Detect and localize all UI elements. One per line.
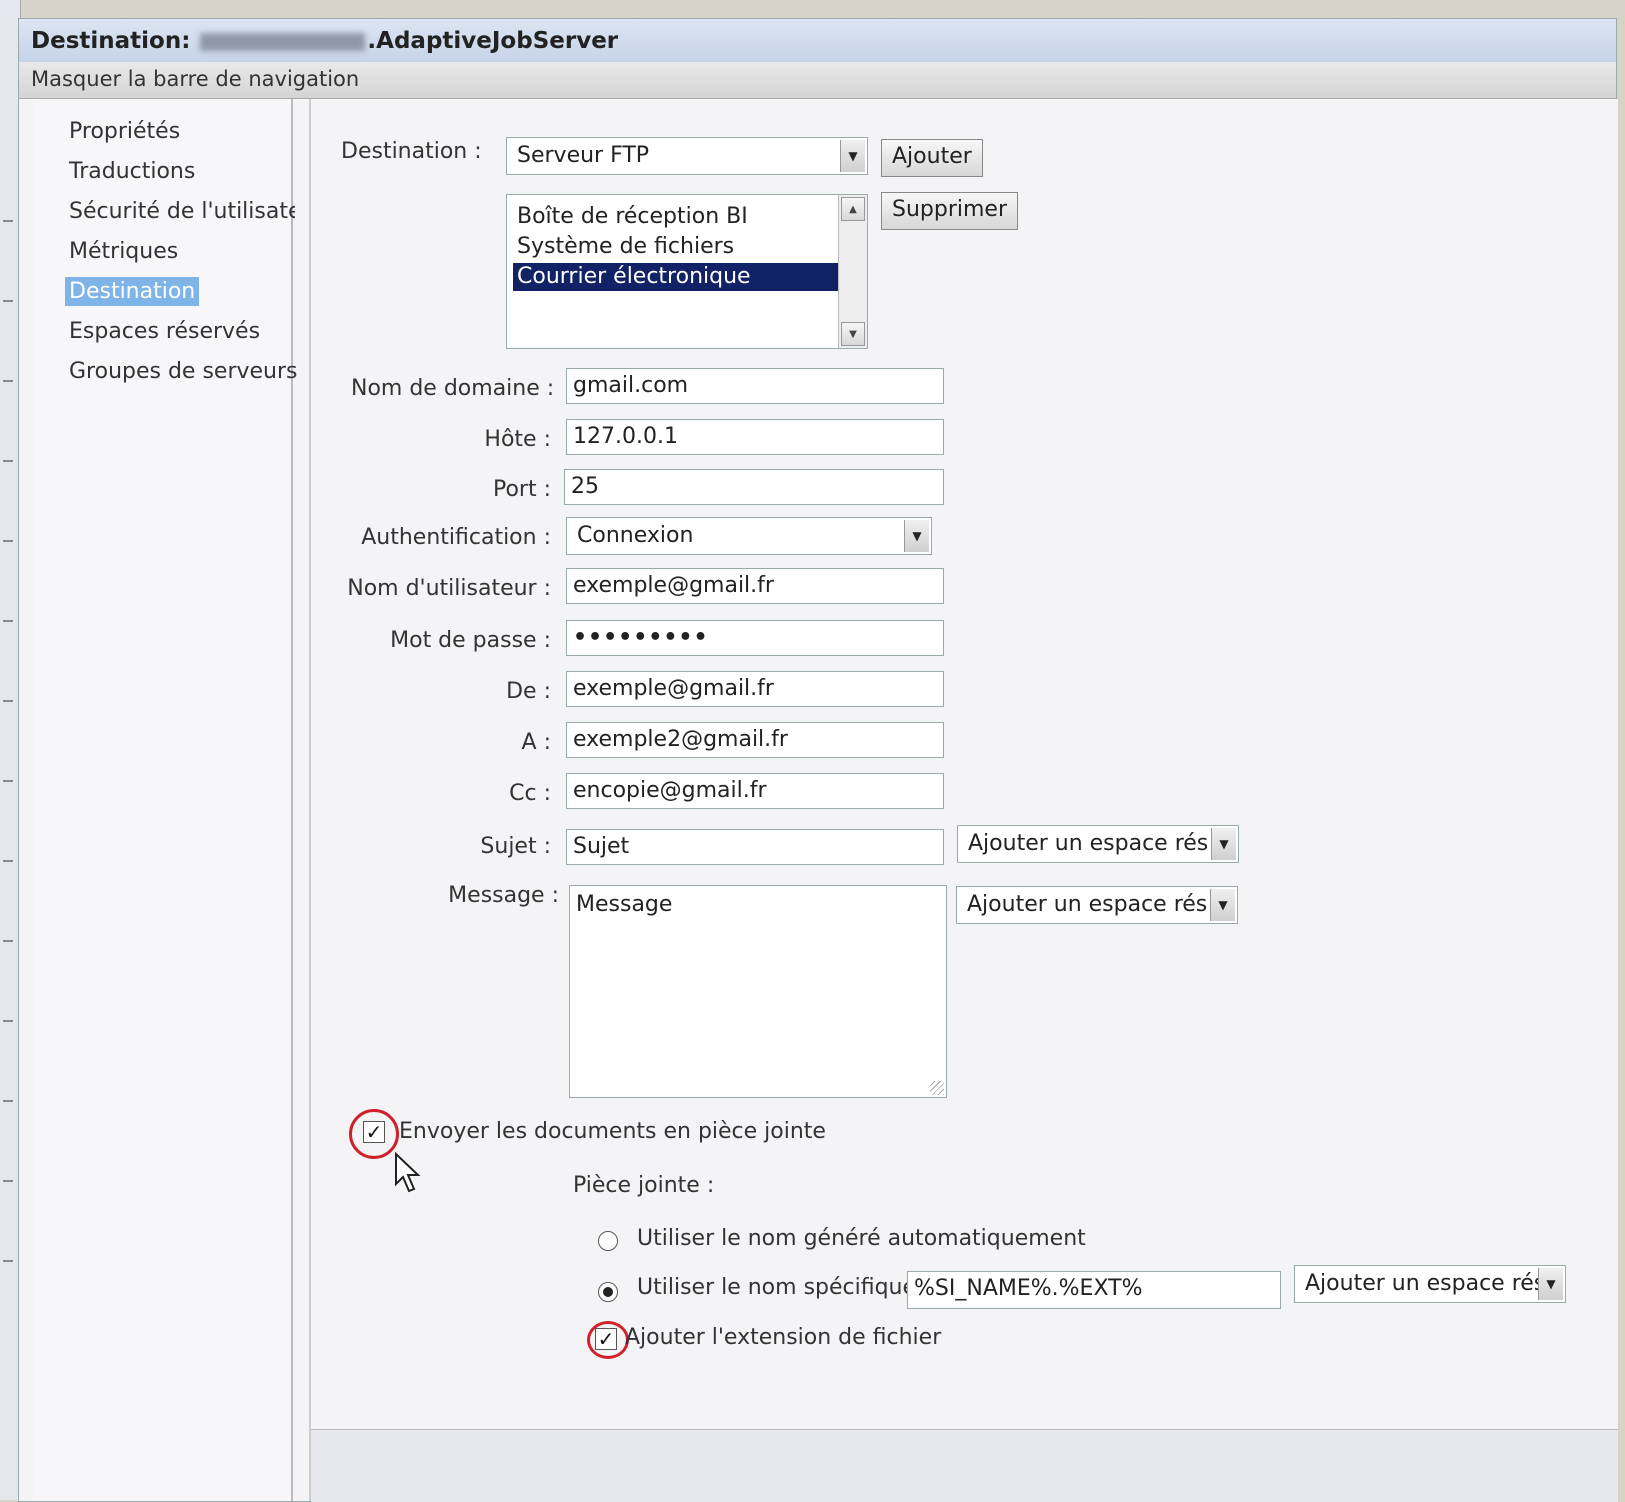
to-label: A : (521, 730, 551, 755)
host-field[interactable]: 127.0.0.1 (566, 419, 944, 455)
destination-dialog: Destination: .AdaptiveJobServer Masquer … (18, 18, 1618, 1502)
navigation-panel: Propriétés Traductions Sécurité de l'uti… (33, 99, 298, 1501)
domain-label: Nom de domaine : (351, 376, 555, 401)
check-icon: ✓ (597, 1327, 615, 1351)
from-label: De : (506, 679, 551, 704)
check-icon: ✓ (365, 1120, 383, 1144)
add-destination-button[interactable]: Ajouter (881, 139, 983, 177)
send-attachment-checkbox[interactable]: ✓ (363, 1121, 385, 1143)
destination-select[interactable]: Serveur FTP ▼ (506, 137, 868, 175)
mouse-pointer-icon (395, 1152, 421, 1193)
username-field[interactable]: exemple@gmail.fr (566, 568, 944, 604)
username-label: Nom d'utilisateur : (347, 576, 551, 601)
scroll-up-icon[interactable]: ▲ (841, 197, 865, 221)
cc-label: Cc : (509, 781, 551, 806)
subject-field[interactable]: Sujet (566, 829, 944, 865)
attachment-placeholder-select[interactable]: Ajouter un espace rés ▼ (1294, 1265, 1566, 1303)
redacted-server-name (200, 32, 366, 51)
chevron-down-icon[interactable]: ▼ (1211, 828, 1236, 860)
host-label: Hôte : (484, 427, 551, 452)
scroll-down-icon[interactable]: ▼ (841, 322, 865, 346)
message-label: Message : (448, 883, 559, 908)
cc-field[interactable]: encopie@gmail.fr (566, 773, 944, 809)
password-label: Mot de passe : (390, 628, 551, 653)
destination-select-value: Serveur FTP (517, 143, 650, 168)
chevron-down-icon[interactable]: ▼ (1210, 889, 1235, 921)
subject-placeholder-value: Ajouter un espace rés (968, 831, 1209, 856)
list-scrollbar[interactable]: ▲ ▼ (838, 195, 867, 348)
subject-label: Sujet : (480, 834, 551, 859)
content-footer (311, 1429, 1618, 1502)
port-label: Port : (492, 477, 551, 502)
auth-select-value: Connexion (577, 523, 694, 548)
subject-placeholder-select[interactable]: Ajouter un espace rés ▼ (957, 825, 1239, 863)
specific-name-radio[interactable] (598, 1282, 618, 1302)
auto-name-radio[interactable] (598, 1231, 618, 1251)
title-bar: Destination: .AdaptiveJobServer (19, 19, 1616, 63)
auto-name-label: Utiliser le nom généré automatiquement (637, 1226, 1086, 1251)
dialog-title: Destination: .AdaptiveJobServer (31, 28, 618, 54)
title-suffix: .AdaptiveJobServer (367, 28, 619, 54)
nav-item-properties[interactable]: Propriétés (69, 119, 180, 144)
specific-name-field[interactable]: %SI_NAME%.%EXT% (907, 1271, 1281, 1309)
add-extension-checkbox[interactable]: ✓ (595, 1328, 617, 1350)
nav-item-destination[interactable]: Destination (65, 277, 200, 306)
destination-list[interactable]: Boîte de réception BI Système de fichier… (506, 194, 868, 349)
nav-item-translations[interactable]: Traductions (69, 159, 195, 184)
list-item[interactable]: Boîte de réception BI (513, 203, 841, 231)
attachment-placeholder-value: Ajouter un espace rés (1305, 1271, 1546, 1296)
message-textarea[interactable]: Message (569, 885, 947, 1098)
nav-item-server-groups[interactable]: Groupes de serveurs (69, 359, 298, 384)
add-extension-label: Ajouter l'extension de fichier (625, 1325, 942, 1350)
list-item-selected[interactable]: Courrier électronique (513, 263, 841, 291)
navigation-toggle-bar: Masquer la barre de navigation (19, 62, 1616, 99)
to-field[interactable]: exemple2@gmail.fr (566, 722, 944, 758)
title-prefix: Destination: (31, 28, 191, 54)
hide-navigation-link[interactable]: Masquer la barre de navigation (31, 67, 359, 91)
list-item[interactable]: Système de fichiers (513, 233, 841, 261)
chevron-down-icon[interactable]: ▼ (840, 140, 865, 172)
port-field[interactable]: 25 (564, 469, 944, 505)
resize-grip-icon[interactable] (930, 1081, 944, 1095)
domain-field[interactable]: gmail.com (566, 368, 944, 404)
password-field[interactable]: ••••••••• (566, 620, 944, 656)
chevron-down-icon[interactable]: ▼ (904, 520, 929, 552)
destination-label: Destination : (341, 139, 482, 164)
message-placeholder-value: Ajouter un espace rés (967, 892, 1208, 917)
chevron-down-icon[interactable]: ▼ (1538, 1268, 1563, 1300)
attachment-section-label: Pièce jointe : (573, 1173, 715, 1198)
send-attachment-label: Envoyer les documents en pièce jointe (399, 1119, 826, 1144)
auth-select[interactable]: Connexion ▼ (566, 517, 932, 555)
nav-item-metrics[interactable]: Métriques (69, 239, 178, 264)
specific-name-label: Utiliser le nom spécifique (637, 1275, 917, 1300)
from-field[interactable]: exemple@gmail.fr (566, 671, 944, 707)
auth-label: Authentification : (361, 525, 551, 550)
nav-item-placeholders[interactable]: Espaces réservés (69, 319, 260, 344)
nav-item-user-security[interactable]: Sécurité de l'utilisateu (69, 199, 295, 224)
message-placeholder-select[interactable]: Ajouter un espace rés ▼ (956, 886, 1238, 924)
remove-destination-button[interactable]: Supprimer (881, 192, 1019, 230)
destination-content: Destination : Serveur FTP ▼ Ajouter Boît… (309, 99, 1618, 1502)
message-text: Message (576, 892, 673, 917)
